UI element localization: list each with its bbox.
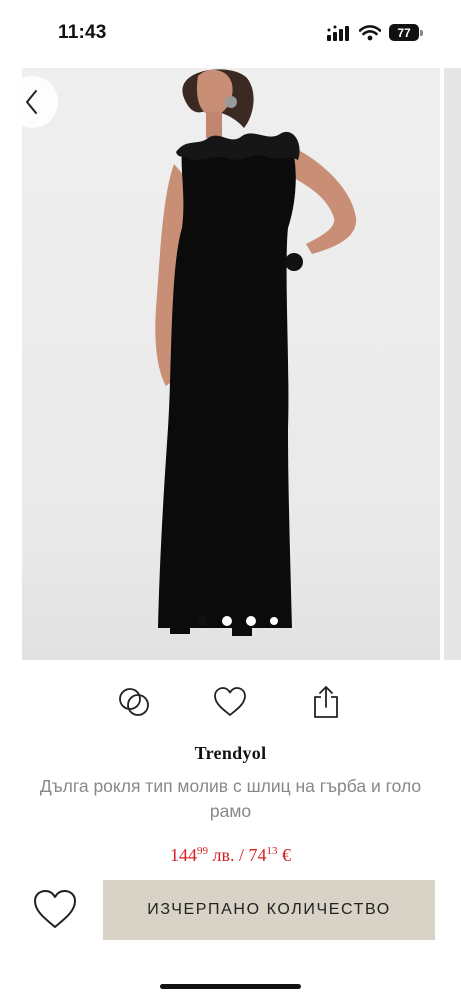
product-price: 14499 лв. / 7413 € — [0, 845, 461, 866]
price-eur-main: 74 — [248, 845, 267, 865]
wifi-icon — [359, 24, 381, 40]
cellular-signal-icon — [327, 25, 349, 41]
pagination-dot[interactable] — [270, 617, 278, 625]
battery-icon: 77 — [389, 24, 423, 41]
bottom-bar: ИЗЧЕРПАНО КОЛИЧЕСТВО — [0, 880, 461, 940]
share-icon — [314, 686, 338, 718]
pagination-dot[interactable] — [222, 616, 232, 626]
favorite-button[interactable] — [212, 684, 248, 720]
price-eur-unit: € — [277, 845, 291, 865]
model-in-black-dress-photo — [22, 68, 440, 660]
product-actions — [0, 684, 461, 724]
out-of-stock-button[interactable]: ИЗЧЕРПАНО КОЛИЧЕСТВО — [103, 880, 435, 940]
status-bar: 11:43 77 — [0, 0, 461, 64]
price-eur-cents: 13 — [266, 845, 278, 857]
heart-icon — [34, 890, 76, 928]
price-bgn-unit: лв. / — [208, 845, 249, 865]
status-icons: 77 — [327, 24, 423, 41]
battery-level: 77 — [389, 24, 419, 41]
product-image[interactable] — [22, 68, 440, 660]
pagination-dot-active[interactable] — [198, 616, 208, 626]
home-indicator — [160, 984, 301, 989]
product-title: Дълга рокля тип молив с шлиц на гърба и … — [39, 776, 422, 821]
price-bgn-main: 144 — [170, 845, 197, 865]
pagination-dot[interactable] — [246, 616, 256, 626]
share-button[interactable] — [308, 684, 344, 720]
back-button[interactable] — [6, 76, 58, 128]
next-image-peek[interactable] — [444, 68, 461, 660]
compare-button[interactable] — [116, 684, 152, 720]
product-brand[interactable]: Trendyol — [0, 743, 461, 764]
chevron-left-icon — [26, 90, 37, 114]
status-time: 11:43 — [58, 22, 107, 43]
heart-icon — [214, 687, 246, 716]
gallery-pagination — [198, 616, 278, 626]
price-bgn-cents: 99 — [197, 845, 208, 857]
wishlist-button[interactable] — [30, 886, 80, 932]
compare-rings-icon — [119, 688, 149, 716]
